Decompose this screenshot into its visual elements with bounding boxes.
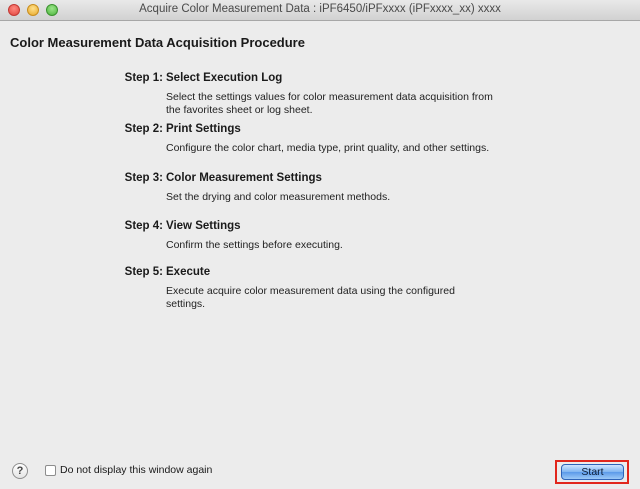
step-2: Step 2: Print Settings Configure the col… [0, 123, 640, 172]
title-bar[interactable]: Acquire Color Measurement Data : iPF6450… [0, 0, 640, 21]
step-4: Step 4: View Settings Confirm the settin… [0, 220, 640, 266]
help-icon[interactable]: ? [12, 463, 28, 479]
step-name: Execute [166, 266, 211, 278]
window-title: Acquire Color Measurement Data : iPF6450… [139, 3, 501, 15]
do-not-display-checkbox[interactable] [45, 465, 56, 476]
step-description: Select the settings values for color mea… [166, 91, 493, 116]
start-button[interactable]: Start [561, 464, 624, 480]
step-number: Step 3: [124, 172, 163, 184]
dialog-window: Acquire Color Measurement Data : iPF6450… [0, 0, 640, 489]
step-name: Print Settings [166, 123, 241, 135]
step-description: Configure the color chart, media type, p… [166, 142, 490, 154]
do-not-display-label[interactable]: Do not display this window again [60, 464, 212, 476]
step-name: View Settings [166, 220, 241, 232]
step-number: Step 5: [124, 266, 163, 278]
step-3: Step 3: Color Measurement Settings Set t… [0, 172, 640, 220]
step-number: Step 2: [124, 123, 163, 135]
page-heading: Color Measurement Data Acquisition Proce… [10, 35, 305, 50]
step-number: Step 1: [124, 72, 163, 84]
step-description: Set the drying and color measurement met… [166, 191, 391, 203]
step-name: Select Execution Log [166, 72, 283, 84]
step-description: Confirm the settings before executing. [166, 239, 343, 251]
step-description: Execute acquire color measurement data u… [166, 285, 455, 310]
footer-bar: ? Do not display this window again Start [0, 460, 640, 489]
step-name: Color Measurement Settings [166, 172, 322, 184]
step-1: Step 1: Select Execution Log Select the … [0, 72, 640, 123]
procedure-steps: Step 1: Select Execution Log Select the … [0, 72, 640, 315]
step-5: Step 5: Execute Execute acquire color me… [0, 266, 640, 315]
step-number: Step 4: [124, 220, 163, 232]
